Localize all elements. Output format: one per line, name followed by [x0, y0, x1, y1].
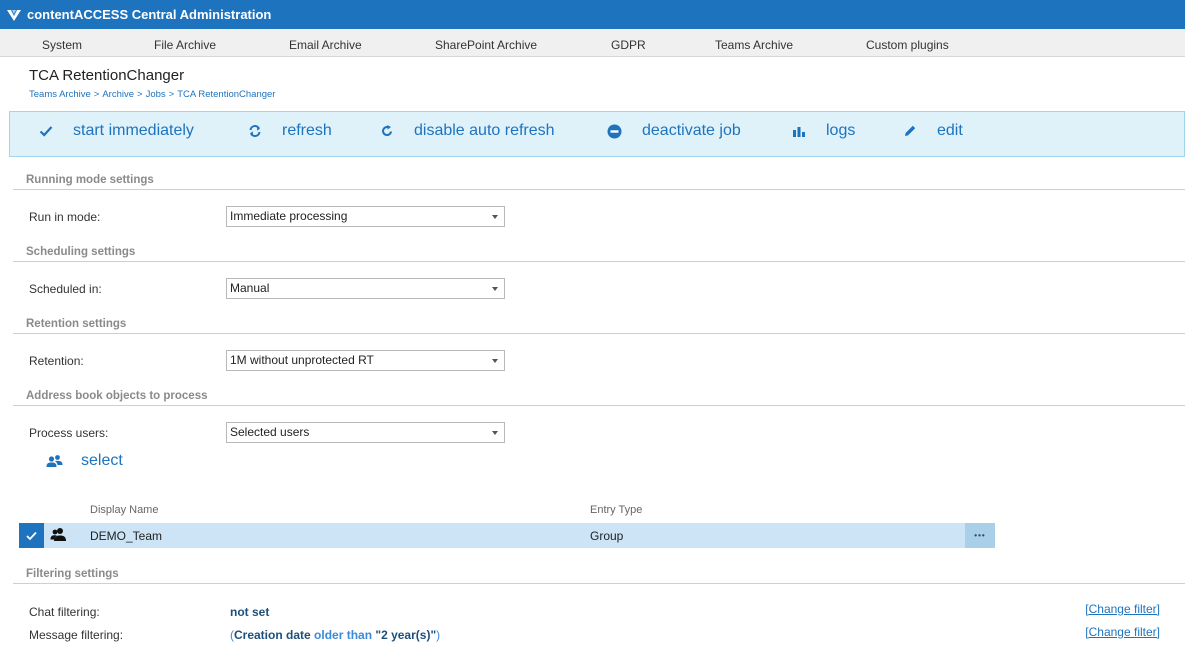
- change-chat-filter-link[interactable]: [Change filter]: [1085, 602, 1160, 616]
- section-retention: Retention settings: [26, 318, 126, 330]
- group-icon: [50, 527, 67, 542]
- column-header-entry-type[interactable]: Entry Type: [590, 504, 642, 516]
- breadcrumb-archive[interactable]: Archive: [102, 89, 134, 100]
- refresh-button[interactable]: refresh: [248, 120, 332, 142]
- users-icon: [46, 454, 63, 468]
- retention-value: 1M without unprotected RT: [230, 353, 374, 367]
- menu-item-system[interactable]: System: [42, 38, 82, 52]
- table-row[interactable]: DEMO_Team Group •••: [19, 523, 995, 548]
- dropdown-arrow-icon: [492, 431, 498, 435]
- refresh-label: refresh: [282, 122, 332, 140]
- app-logo-icon: [6, 7, 22, 23]
- chat-filtering-value: not set: [230, 605, 269, 619]
- section-address-book: Address book objects to process: [26, 390, 208, 402]
- section-divider: [13, 405, 1185, 406]
- disable-auto-refresh-label: disable auto refresh: [414, 122, 555, 140]
- select-users-button[interactable]: select: [46, 452, 123, 470]
- row-more-button[interactable]: •••: [965, 523, 995, 548]
- row-entry-type: Group: [590, 529, 623, 543]
- menu-item-custom-plugins[interactable]: Custom plugins: [866, 38, 949, 52]
- breadcrumb-teams-archive[interactable]: Teams Archive: [29, 89, 91, 100]
- action-toolbar: start immediately refresh disable auto r…: [9, 111, 1185, 157]
- breadcrumb-jobs[interactable]: Jobs: [146, 89, 166, 100]
- menu-item-file-archive[interactable]: File Archive: [154, 38, 216, 52]
- refresh-icon: [248, 124, 262, 138]
- pencil-icon: [903, 124, 917, 138]
- process-users-label: Process users:: [29, 426, 108, 440]
- process-users-select[interactable]: Selected users: [226, 422, 505, 443]
- app-title: contentACCESS Central Administration: [27, 7, 271, 22]
- run-mode-select[interactable]: Immediate processing: [226, 206, 505, 227]
- filter-close-paren: ): [436, 628, 440, 642]
- breadcrumb-separator: >: [137, 89, 143, 100]
- scheduled-in-label: Scheduled in:: [29, 282, 102, 296]
- chat-filtering-label: Chat filtering:: [29, 605, 100, 619]
- dropdown-arrow-icon: [492, 287, 498, 291]
- retention-select[interactable]: 1M without unprotected RT: [226, 350, 505, 371]
- logs-button[interactable]: logs: [792, 120, 855, 142]
- deactivate-job-label: deactivate job: [642, 122, 741, 140]
- retention-label: Retention:: [29, 354, 84, 368]
- breadcrumb-current: TCA RetentionChanger: [177, 89, 275, 100]
- row-display-name: DEMO_Team: [90, 529, 162, 543]
- dropdown-arrow-icon: [492, 359, 498, 363]
- deactivate-job-button[interactable]: deactivate job: [607, 120, 741, 142]
- section-running-mode: Running mode settings: [26, 174, 154, 186]
- bar-chart-icon: [792, 124, 806, 138]
- edit-button[interactable]: edit: [903, 120, 963, 142]
- start-immediately-label: start immediately: [73, 122, 194, 140]
- message-filtering-label: Message filtering:: [29, 628, 123, 642]
- filter-value: "2 year(s)": [375, 628, 436, 642]
- section-divider: [13, 189, 1185, 190]
- section-filtering: Filtering settings: [26, 568, 119, 580]
- start-immediately-button[interactable]: start immediately: [39, 120, 194, 142]
- message-filtering-value: (Creation date older than "2 year(s)"): [230, 628, 440, 642]
- menu-item-email-archive[interactable]: Email Archive: [289, 38, 362, 52]
- minus-circle-icon: [607, 124, 622, 139]
- select-users-label: select: [81, 452, 123, 470]
- breadcrumb-separator: >: [169, 89, 175, 100]
- title-bar: contentACCESS Central Administration: [0, 0, 1185, 29]
- page-title: TCA RetentionChanger: [29, 67, 184, 84]
- disable-auto-refresh-button[interactable]: disable auto refresh: [380, 120, 555, 142]
- section-divider: [13, 261, 1185, 262]
- logs-label: logs: [826, 122, 855, 140]
- filter-field: Creation date: [234, 628, 311, 642]
- breadcrumb: Teams Archive>Archive>Jobs>TCA Retention…: [29, 89, 275, 100]
- menu-item-sharepoint-archive[interactable]: SharePoint Archive: [435, 38, 537, 52]
- edit-label: edit: [937, 122, 963, 140]
- row-checkbox[interactable]: [19, 523, 44, 548]
- change-message-filter-link[interactable]: [Change filter]: [1085, 625, 1160, 639]
- scheduled-in-value: Manual: [230, 281, 269, 295]
- check-icon: [39, 124, 53, 138]
- process-users-value: Selected users: [230, 425, 309, 439]
- section-scheduling: Scheduling settings: [26, 246, 135, 258]
- filter-operator: older than: [314, 628, 372, 642]
- main-menu: System File Archive Email Archive ShareP…: [0, 29, 1185, 57]
- more-icon: •••: [974, 531, 985, 540]
- dropdown-arrow-icon: [492, 215, 498, 219]
- run-mode-label: Run in mode:: [29, 210, 100, 224]
- auto-refresh-icon: [380, 124, 394, 138]
- menu-item-teams-archive[interactable]: Teams Archive: [715, 38, 793, 52]
- breadcrumb-separator: >: [94, 89, 100, 100]
- check-icon: [26, 531, 37, 541]
- scheduled-in-select[interactable]: Manual: [226, 278, 505, 299]
- section-divider: [13, 333, 1185, 334]
- column-header-display-name[interactable]: Display Name: [90, 504, 158, 516]
- run-mode-value: Immediate processing: [230, 209, 347, 223]
- menu-item-gdpr[interactable]: GDPR: [611, 38, 646, 52]
- section-divider: [13, 583, 1185, 584]
